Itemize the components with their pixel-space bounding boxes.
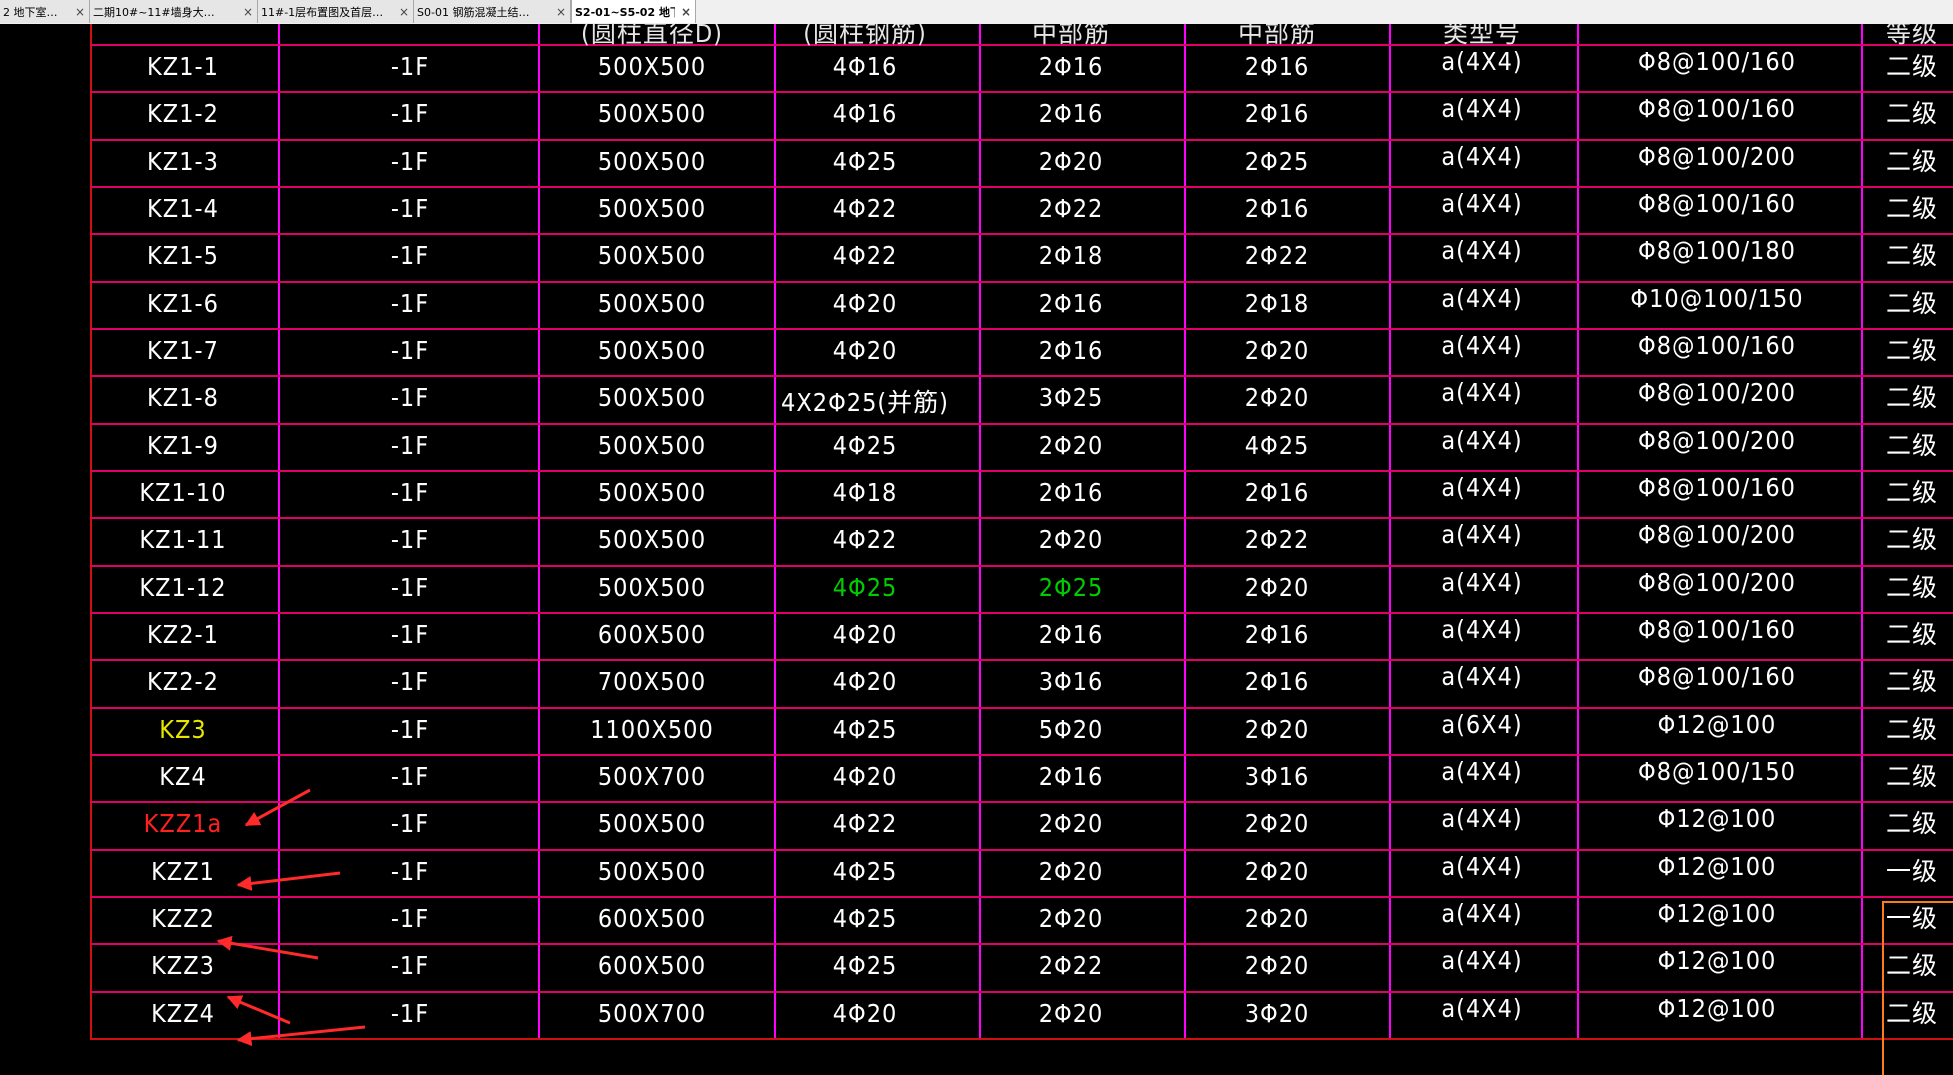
tab-label: 二期10#~11#墙身大…: [93, 5, 215, 19]
tab-label: S0-01 钢筋混凝土结…: [417, 5, 530, 19]
tab-drawing-4[interactable]: S0-01 钢筋混凝土结… ×: [414, 0, 571, 23]
close-icon[interactable]: ×: [75, 5, 85, 19]
tab-drawing-1[interactable]: 2 地下室… ×: [0, 0, 90, 23]
tab-label: S2-01~S5-02 地下室…: [575, 5, 675, 19]
red-arrow-annotation: [236, 1025, 366, 1047]
tab-drawing-2[interactable]: 二期10#~11#墙身大… ×: [90, 0, 258, 23]
red-arrow-annotation: [244, 788, 311, 827]
tab-label: 11#-1层布置图及首层…: [261, 5, 384, 19]
close-icon[interactable]: ×: [556, 5, 566, 19]
orange-highlight-box: [1882, 901, 1953, 1075]
annotation-layer: [216, 788, 1953, 1075]
close-icon[interactable]: ×: [399, 5, 409, 19]
tab-label: 2 地下室…: [3, 5, 58, 19]
close-icon[interactable]: ×: [681, 5, 691, 19]
cad-drawing-canvas[interactable]: (圆柱直径D) (圆柱钢筋) 中部筋 中部筋 类型号 等级 KZ1-1 -1F 500X500 4…: [0, 24, 1953, 1075]
tab-drawing-5[interactable]: S2-01~S5-02 地下室… ×: [571, 0, 696, 23]
close-icon[interactable]: ×: [243, 5, 253, 19]
red-arrow-annotation: [216, 935, 319, 960]
drawing-tab-bar: 2 地下室… × 二期10#~11#墙身大… × 11#-1层布置图及首层… × S0-01…: [0, 0, 1953, 25]
red-arrow-annotation: [236, 871, 341, 891]
tab-drawing-3[interactable]: 11#-1层布置图及首层… ×: [258, 0, 414, 23]
red-arrow-annotation: [226, 995, 291, 1025]
